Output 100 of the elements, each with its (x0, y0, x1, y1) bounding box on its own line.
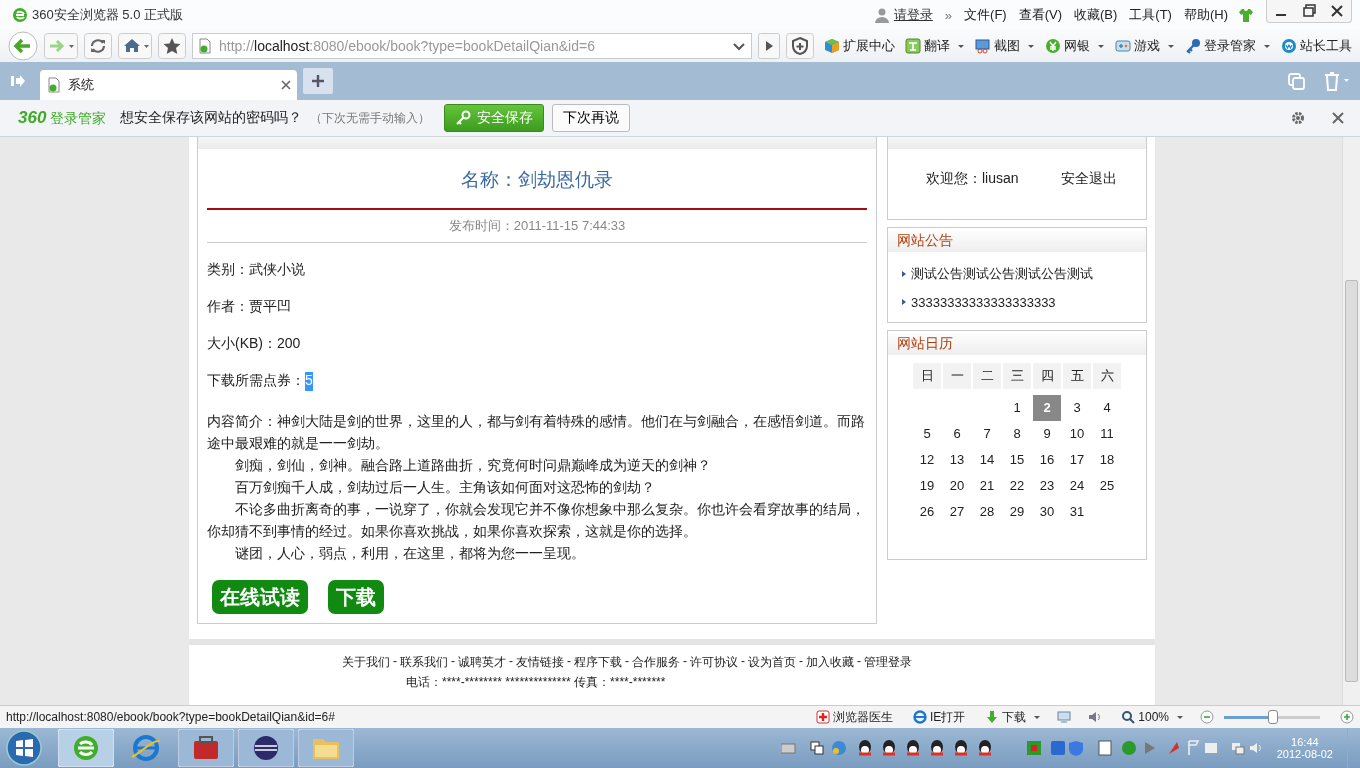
notice-link[interactable]: 测试公告测试公告测试公告测试 (911, 265, 1093, 283)
toolbar-button[interactable]: 扩展中心 (824, 37, 895, 55)
slider-thumb[interactable] (1268, 710, 1278, 724)
calendar-day[interactable]: 8 (1003, 421, 1031, 447)
calendar-day[interactable]: 30 (1033, 499, 1061, 525)
calendar-day[interactable]: 16 (1033, 447, 1061, 473)
toolbox-icon[interactable] (178, 729, 234, 767)
calendar-day[interactable]: 19 (913, 473, 941, 499)
network-icon[interactable] (1230, 741, 1245, 755)
calendar-day[interactable]: 24 (1063, 473, 1091, 499)
calendar-day[interactable]: 2 (1033, 395, 1061, 421)
zoom-button[interactable]: 100% (1121, 710, 1184, 724)
back-button[interactable] (8, 31, 38, 61)
calendar-day[interactable]: 28 (973, 499, 1001, 525)
footer-link[interactable]: 程序下载 (574, 654, 622, 671)
footer-link[interactable]: 许可协议 (690, 654, 738, 671)
calendar-day[interactable]: 29 (1003, 499, 1031, 525)
publish-time: 发布时间：2011-11-15 7:44:33 (447, 217, 627, 235)
toolbar-button[interactable]: 翻译 (905, 37, 965, 55)
start-button[interactable] (4, 728, 44, 768)
toolbar-button[interactable]: 登录管家 (1185, 37, 1271, 55)
calendar-day[interactable]: 18 (1093, 447, 1121, 473)
caret-icon[interactable] (1263, 42, 1271, 50)
go-button[interactable] (758, 33, 780, 59)
browser-tab[interactable]: 系统 (40, 70, 297, 100)
login-link[interactable]: 请登录 (893, 6, 933, 24)
page-icon (197, 38, 213, 54)
calendar-day[interactable]: 6 (943, 421, 971, 447)
menu-item[interactable]: 收藏(B) (1074, 6, 1118, 24)
toolbar-button[interactable]: 游戏 (1115, 37, 1175, 55)
footer-link[interactable]: 联系我们 (400, 654, 448, 671)
separator-text: - (683, 654, 687, 670)
calendar-day[interactable]: 22 (1003, 473, 1031, 499)
home-button[interactable] (118, 33, 152, 59)
calendar-day[interactable]: 27 (943, 499, 971, 525)
later-button[interactable]: 下次再说 (552, 104, 631, 132)
footer-link[interactable]: 关于我们 (342, 654, 390, 671)
calendar-day[interactable]: 17 (1063, 447, 1091, 473)
speaker-icon[interactable] (1087, 710, 1102, 724)
address-field[interactable]: http://localhost:8080/ebook/book?type=bookDetailQian&id=6 (192, 33, 752, 59)
footer-link[interactable]: 管理登录 (864, 654, 912, 671)
weekday-header: 二 (973, 363, 1001, 389)
read-online-button[interactable]: 在线试读 (212, 580, 308, 614)
calendar-day[interactable]: 11 (1093, 421, 1121, 447)
caret-icon[interactable] (1176, 713, 1184, 721)
caret-icon[interactable] (1167, 42, 1175, 50)
calendar-day[interactable]: 21 (973, 473, 1001, 499)
sidebar-toggle-icon[interactable] (10, 73, 26, 89)
download-button[interactable]: 下载 (985, 708, 1042, 726)
menu-item[interactable]: 查看(V) (1018, 6, 1062, 24)
toolbar-button[interactable]: 网银 (1045, 37, 1105, 55)
calendar-day[interactable]: 13 (943, 447, 971, 473)
toolbar-button[interactable]: 截图 (975, 37, 1035, 55)
calendar-day[interactable]: 31 (1063, 499, 1091, 525)
footer-link[interactable]: 设为首页 (748, 654, 796, 671)
caret-icon[interactable] (957, 42, 965, 50)
ie-open-button[interactable]: IE打开 (912, 708, 966, 726)
shirt-icon[interactable] (1238, 7, 1254, 23)
notice-link[interactable]: 33333333333333333333 (911, 294, 1056, 310)
shield-button[interactable] (786, 33, 814, 59)
calendar-day[interactable]: 14 (973, 447, 1001, 473)
footer-link[interactable]: 诚聘英才 (458, 654, 506, 671)
calendar-day[interactable]: 3 (1063, 395, 1091, 421)
calendar-day[interactable]: 5 (913, 421, 941, 447)
calendar-day[interactable]: 25 (1093, 473, 1121, 499)
gamepad-icon (1115, 38, 1131, 54)
footer-link[interactable]: 合作服务 (632, 654, 680, 671)
calendar-day[interactable]: 7 (973, 421, 1001, 447)
refresh-button[interactable] (84, 33, 112, 59)
scrollbar[interactable] (1342, 137, 1360, 705)
caret-icon[interactable] (1027, 42, 1035, 50)
menu-item[interactable]: 工具(T) (1129, 6, 1172, 24)
new-tab-button[interactable] (303, 68, 333, 94)
caret-icon[interactable] (1033, 713, 1042, 721)
calendar-day[interactable]: 12 (913, 447, 941, 473)
browser-doctor-button[interactable]: 浏览器医生 (815, 708, 893, 726)
download-button[interactable]: 下载 (328, 580, 384, 614)
calendar-day[interactable]: 26 (913, 499, 941, 525)
calendar-day[interactable]: 23 (1033, 473, 1061, 499)
close-tab-icon[interactable] (281, 80, 291, 90)
menu-item[interactable]: 帮助(H) (1183, 6, 1228, 24)
logout-link[interactable]: 安全退出 (1060, 170, 1117, 188)
settings-icon[interactable] (1290, 110, 1306, 126)
caret-icon[interactable] (1097, 42, 1105, 50)
calendar-day[interactable]: 15 (1003, 447, 1031, 473)
more-menu-button[interactable]: » (944, 7, 953, 23)
close-icon[interactable] (1330, 110, 1346, 126)
eclipse-icon[interactable] (238, 729, 294, 767)
star-button[interactable] (158, 33, 186, 59)
calendar-day[interactable]: 9 (1033, 421, 1061, 447)
calendar-day[interactable]: 4 (1093, 395, 1121, 421)
browser-taskbar-icon[interactable] (58, 729, 114, 767)
footer-link[interactable]: 加入收藏 (806, 654, 854, 671)
zoom-slider[interactable] (1224, 710, 1320, 724)
footer-link[interactable]: 友情链接 (516, 654, 564, 671)
menu-item[interactable]: 文件(F) (964, 6, 1007, 24)
toolbar-button[interactable]: 站长工具 (1281, 37, 1352, 55)
calendar-day[interactable]: 20 (943, 473, 971, 499)
calendar-day[interactable]: 10 (1063, 421, 1091, 447)
calendar-day[interactable]: 1 (1003, 395, 1031, 421)
